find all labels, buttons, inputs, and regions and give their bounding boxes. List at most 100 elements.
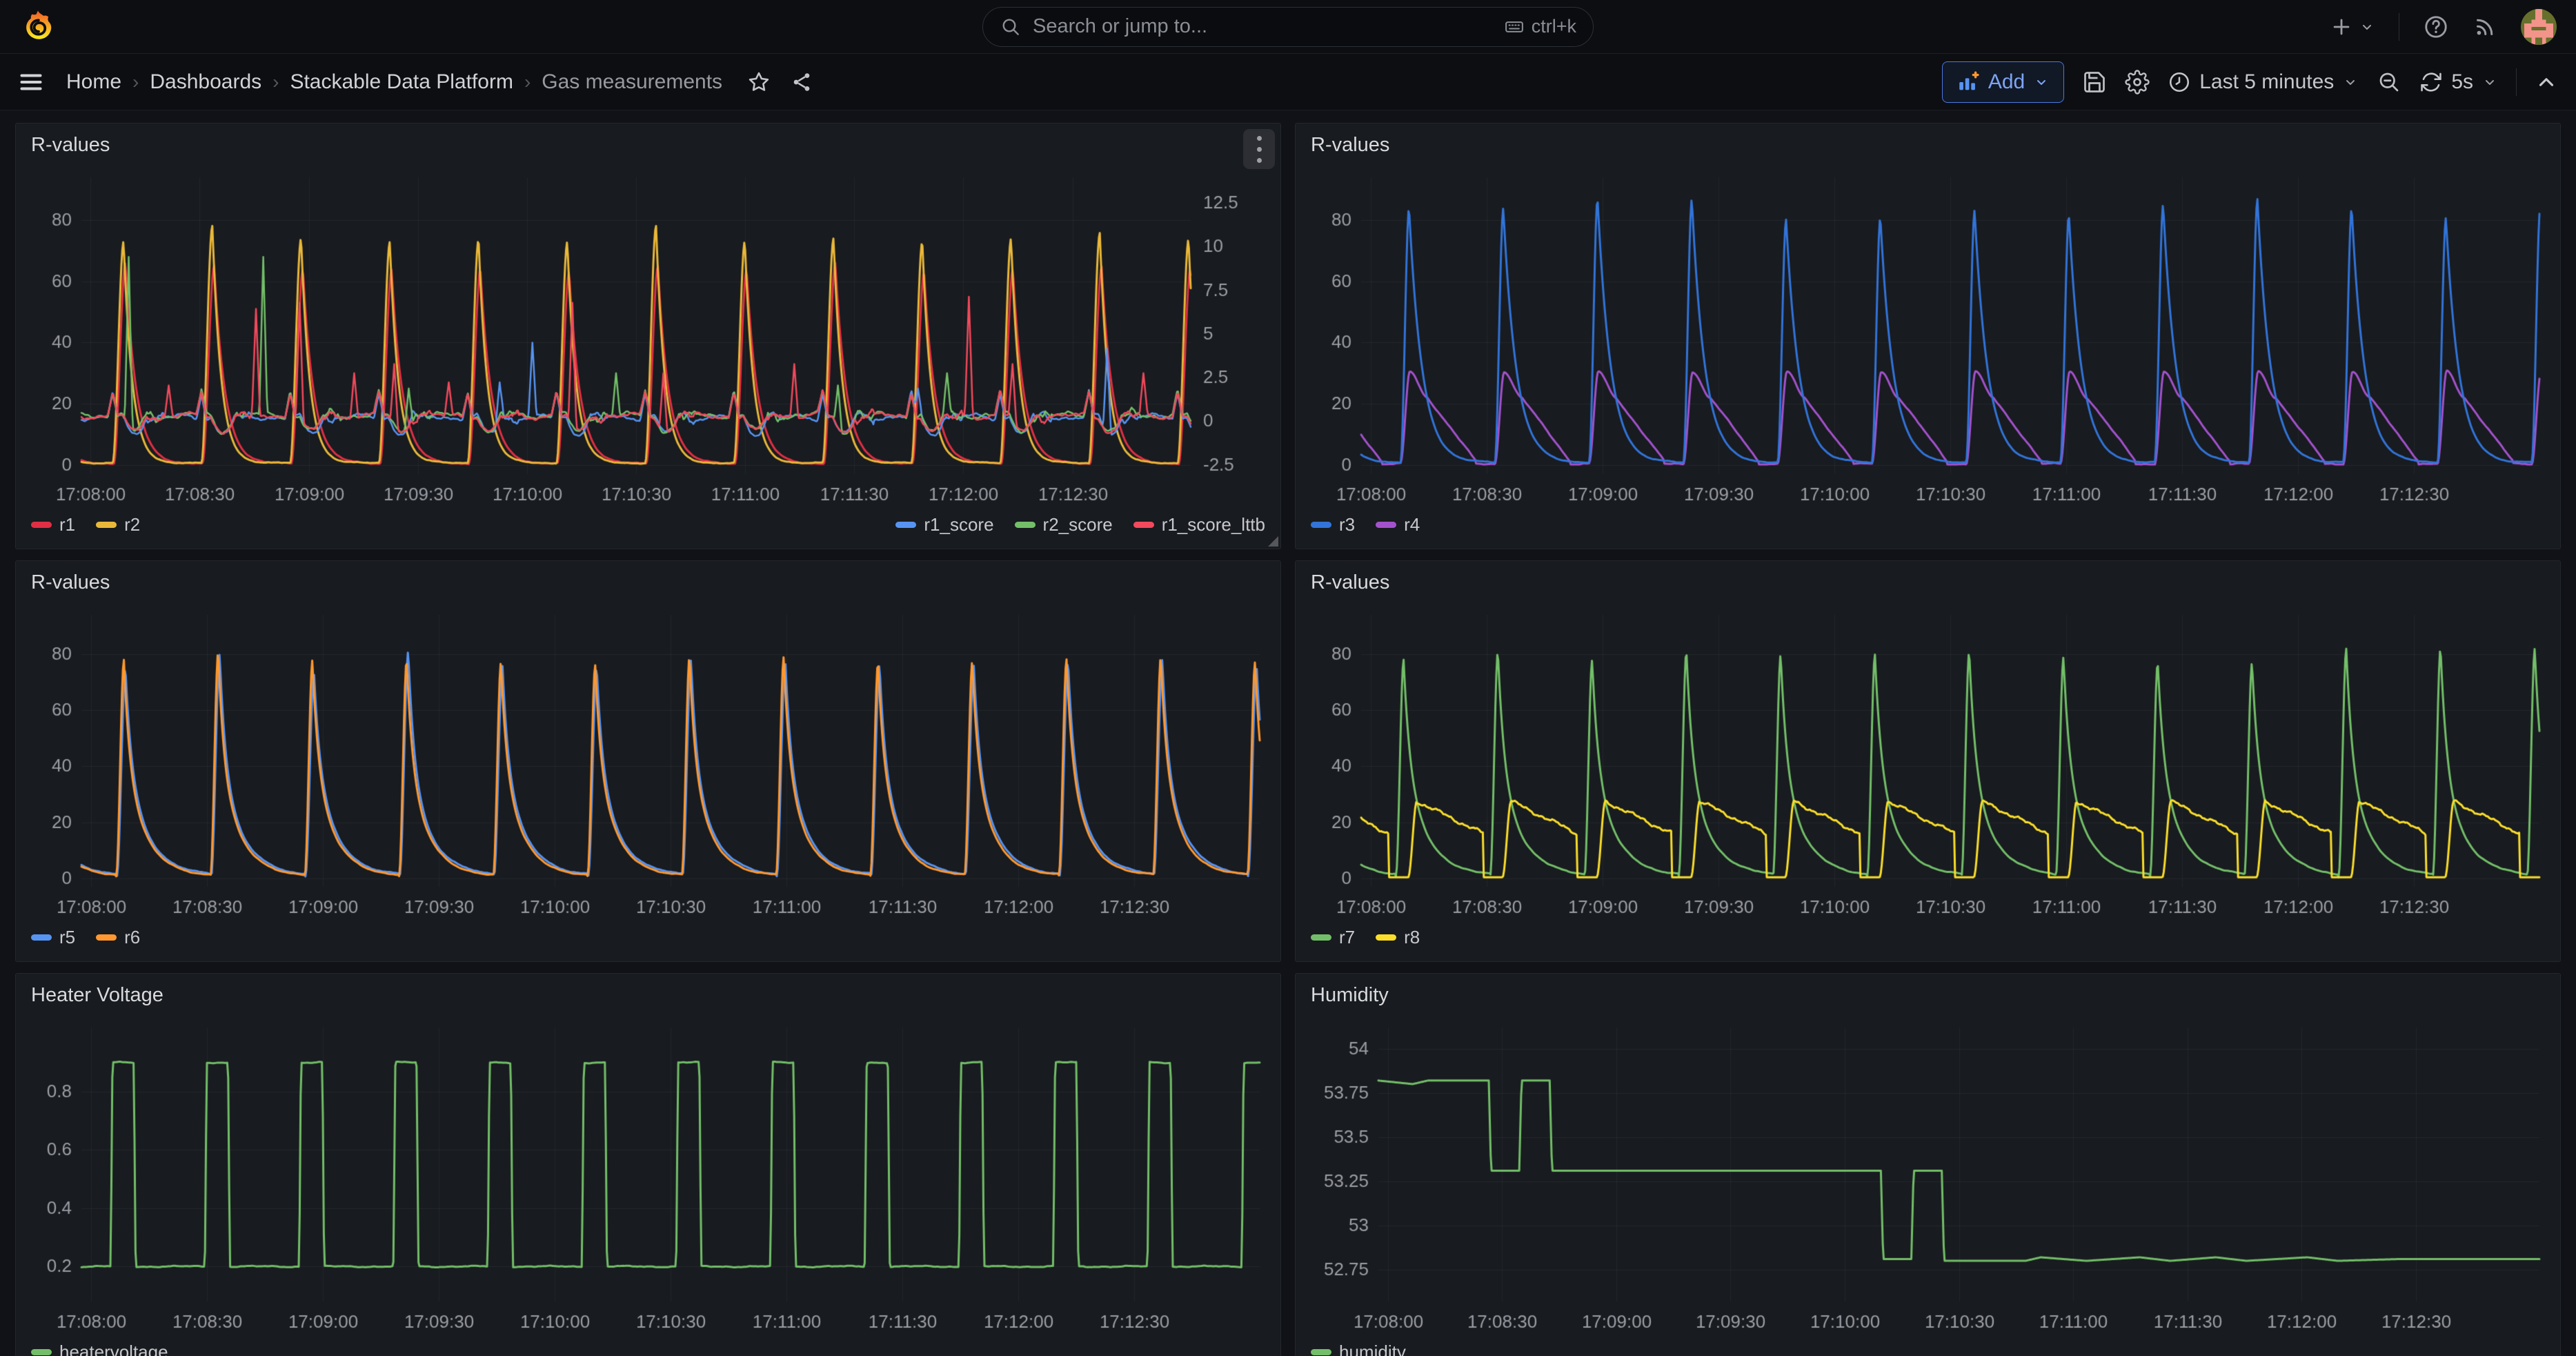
legend-label: r5 (59, 927, 75, 948)
save-dashboard-button[interactable] (2082, 70, 2107, 95)
mega-menu-button[interactable] (18, 69, 44, 95)
search-shortcut: ctrl+k (1504, 16, 1576, 37)
legend-swatch (1311, 934, 1331, 941)
breadcrumb-separator: › (524, 71, 531, 93)
legend-label: r6 (124, 927, 140, 948)
shortcut-label: ctrl+k (1532, 16, 1576, 37)
legend-item[interactable]: r6 (96, 927, 140, 948)
legend-item[interactable]: humidity (1311, 1342, 1406, 1356)
legend-swatch (1376, 522, 1396, 528)
legend-item[interactable]: heatervoltage (31, 1342, 168, 1356)
plus-icon (2330, 15, 2353, 39)
zoom-out-time-button[interactable] (2377, 70, 2401, 95)
panel-menu-button[interactable] (1243, 129, 1275, 169)
panel-chart-area (1296, 166, 2560, 511)
legend-group-left: r7 r8 (1311, 927, 1420, 948)
legend-item[interactable]: r2 (96, 514, 140, 535)
time-range-picker[interactable]: Last 5 minutes (2168, 70, 2359, 94)
search-input[interactable] (1033, 15, 1493, 38)
panel-legend: heatervoltage (16, 1339, 1280, 1356)
panel-r-values-4: R-values r7 r8 (1295, 560, 2561, 962)
panel-title[interactable]: R-values (1311, 134, 1389, 157)
news-button[interactable] (2473, 14, 2497, 39)
add-panel-button[interactable]: Add (1942, 61, 2064, 103)
legend-swatch (31, 934, 52, 941)
legend-label: r1_score_lttb (1162, 514, 1265, 535)
legend-label: r4 (1404, 514, 1420, 535)
legend-swatch (1311, 1349, 1331, 1355)
legend-label: r7 (1339, 927, 1355, 948)
legend-group-left: heatervoltage (31, 1342, 168, 1356)
chart-canvas-heater-voltage[interactable] (16, 1016, 1280, 1339)
panel-legend: humidity (1296, 1339, 2560, 1356)
legend-item[interactable]: r7 (1311, 927, 1355, 948)
legend-item[interactable]: r5 (31, 927, 75, 948)
panel-title[interactable]: R-values (31, 134, 110, 157)
panel-resize-handle[interactable] (1268, 536, 1278, 547)
legend-swatch (1015, 522, 1036, 528)
chart-canvas-r-values-1[interactable] (16, 166, 1280, 511)
legend-item[interactable]: r4 (1376, 514, 1420, 535)
grafana-logo[interactable] (19, 8, 57, 46)
legend-item[interactable]: r1_score (895, 514, 993, 535)
panel-header: R-values (16, 124, 1280, 166)
legend-item[interactable]: r3 (1311, 514, 1355, 535)
legend-item[interactable]: r1 (31, 514, 75, 535)
panel-title[interactable]: Humidity (1311, 984, 1389, 1007)
breadcrumb-home[interactable]: Home (66, 70, 121, 94)
legend-item[interactable]: r1_score_lttb (1133, 514, 1265, 535)
help-button[interactable] (2423, 14, 2449, 40)
new-button[interactable] (2330, 15, 2375, 39)
add-label: Add (1988, 70, 2025, 94)
chart-canvas-r-values-4[interactable] (1296, 604, 2560, 924)
global-search[interactable]: ctrl+k (982, 7, 1594, 47)
chevron-down-icon (2359, 19, 2375, 35)
legend-label: r1_score (924, 514, 993, 535)
panel-legend: r1 r2 r1_score r2_score r1_score_lttb (16, 511, 1280, 549)
star-icon (747, 70, 771, 94)
collapse-toolbar-button[interactable] (2535, 70, 2558, 94)
chart-canvas-humidity[interactable] (1296, 1016, 2560, 1339)
legend-group-right: r1_score r2_score r1_score_lttb (895, 514, 1265, 535)
refresh-interval-label: 5s (2451, 70, 2473, 94)
legend-label: r3 (1339, 514, 1355, 535)
chart-canvas-r-values-2[interactable] (1296, 166, 2560, 511)
share-button[interactable] (790, 70, 813, 94)
legend-label: r8 (1404, 927, 1420, 948)
panel-legend: r7 r8 (1296, 924, 2560, 961)
zoom-out-icon (2377, 70, 2401, 95)
chart-canvas-r-values-3[interactable] (16, 604, 1280, 924)
panel-header: Heater Voltage (16, 974, 1280, 1016)
panel-r-values-3: R-values r5 r6 (15, 560, 1281, 962)
legend-item[interactable]: r2_score (1015, 514, 1113, 535)
panel-legend: r3 r4 (1296, 511, 2560, 549)
panel-chart-area (16, 166, 1280, 511)
panel-title[interactable]: R-values (31, 571, 110, 594)
panel-title[interactable]: Heater Voltage (31, 984, 164, 1007)
share-icon (790, 70, 813, 94)
breadcrumb-folder[interactable]: Stackable Data Platform (290, 70, 513, 94)
legend-swatch (31, 522, 52, 528)
menu-icon (18, 69, 44, 95)
breadcrumb-current[interactable]: Gas measurements (542, 70, 722, 94)
legend-swatch (96, 934, 117, 941)
refresh-picker[interactable]: 5s (2419, 70, 2498, 94)
search-icon (1000, 16, 1022, 38)
breadcrumb-dashboards[interactable]: Dashboards (150, 70, 261, 94)
dashboard-settings-button[interactable] (2125, 70, 2150, 95)
legend-label: r2 (124, 514, 140, 535)
legend-item[interactable]: r8 (1376, 927, 1420, 948)
top-bar: ctrl+k (0, 0, 2576, 54)
legend-label: r1 (59, 514, 75, 535)
avatar[interactable] (2521, 9, 2557, 45)
clock-icon (2168, 70, 2191, 94)
panel-title[interactable]: R-values (1311, 571, 1389, 594)
legend-group-left: r1 r2 (31, 514, 140, 535)
time-range-label: Last 5 minutes (2199, 70, 2334, 94)
legend-group-left: r3 r4 (1311, 514, 1420, 535)
breadcrumb-separator: › (132, 71, 139, 93)
panel-chart-area (1296, 1016, 2560, 1339)
panel-chart-area (16, 604, 1280, 924)
favorite-button[interactable] (747, 70, 771, 94)
rss-icon (2473, 14, 2497, 39)
